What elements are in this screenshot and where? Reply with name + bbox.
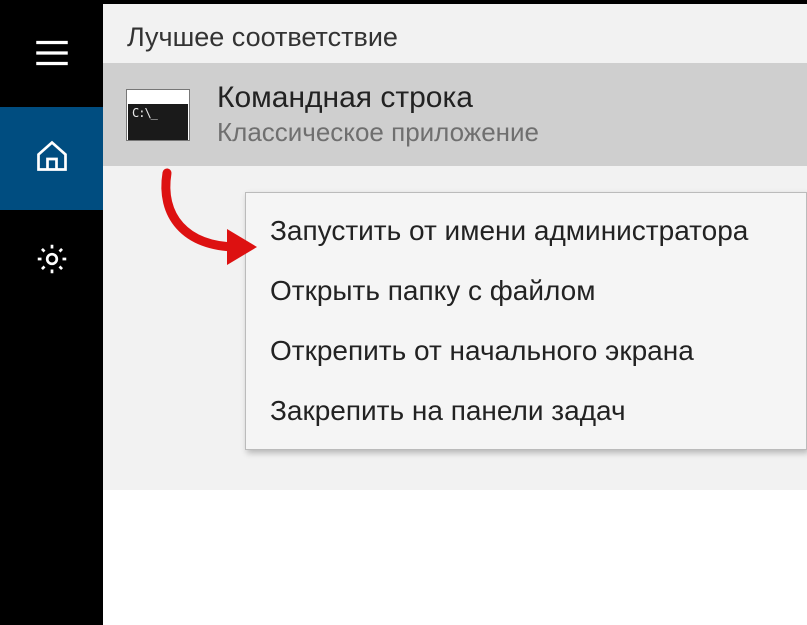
menu-item-pin-to-taskbar[interactable]: Закрепить на панели задач bbox=[246, 381, 806, 441]
home-icon bbox=[34, 138, 70, 179]
sidebar-item-hamburger[interactable] bbox=[0, 4, 103, 107]
context-menu: Запустить от имени администратора Открыт… bbox=[245, 192, 807, 450]
result-subtitle: Классическое приложение bbox=[217, 117, 539, 148]
bottom-empty-area bbox=[103, 490, 807, 625]
results-header: Лучшее соответствие bbox=[103, 4, 807, 63]
menu-item-open-file-location[interactable]: Открыть папку с файлом bbox=[246, 261, 806, 321]
menu-item-run-as-admin[interactable]: Запустить от имени администратора bbox=[246, 201, 806, 261]
result-texts: Командная строка Классическое приложение bbox=[217, 81, 539, 148]
hamburger-icon bbox=[31, 32, 73, 79]
sidebar-item-settings[interactable] bbox=[0, 210, 103, 313]
search-result-command-prompt[interactable]: Командная строка Классическое приложение bbox=[103, 63, 807, 166]
menu-item-unpin-from-start[interactable]: Открепить от начального экрана bbox=[246, 321, 806, 381]
settings-icon bbox=[34, 241, 70, 282]
result-title: Командная строка bbox=[217, 81, 539, 115]
sidebar-item-home[interactable] bbox=[0, 107, 103, 210]
start-sidebar bbox=[0, 4, 103, 625]
command-prompt-icon bbox=[127, 90, 189, 140]
